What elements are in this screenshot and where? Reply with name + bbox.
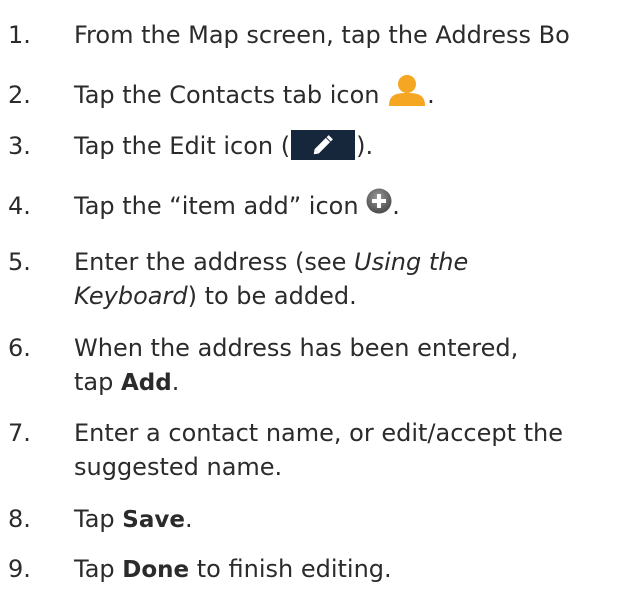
- step-number: 4.: [8, 192, 31, 220]
- add-label: Add: [120, 370, 172, 396]
- step-text: Tap: [74, 505, 123, 533]
- step-number: 5.: [8, 248, 31, 276]
- step-number: 1.: [8, 21, 31, 49]
- step-text-line-2: suggested name.: [74, 453, 283, 481]
- step-text-after: .: [427, 81, 435, 109]
- step-number: 7.: [8, 419, 31, 447]
- step-text-before: Tap the Edit icon (: [74, 132, 291, 160]
- step-text: Tap the Edit icon ( ).: [74, 129, 373, 163]
- step-text: Tap the Contacts tab icon .: [74, 75, 435, 113]
- step-text: ) to be added.: [187, 282, 357, 310]
- step-number: 2.: [8, 81, 31, 109]
- step-text-after: ).: [356, 132, 374, 160]
- step-text-after: .: [392, 192, 400, 220]
- step-number: 6.: [8, 334, 31, 362]
- keyboard-reference: Keyboard: [74, 282, 188, 310]
- step-text: From the Map screen, tap the Address Bo: [74, 21, 570, 49]
- step-number: 9.: [8, 555, 31, 583]
- plus-circle-icon: [366, 188, 392, 214]
- step-text: Tap Done to finish editing.: [74, 552, 392, 587]
- step-number: 8.: [8, 505, 31, 533]
- edit-icon-box: [291, 130, 356, 160]
- step-text: Tap: [74, 555, 123, 583]
- step-text-line-1: Enter a contact name, or edit/accept the: [74, 419, 564, 447]
- step-text: tap: [74, 368, 121, 396]
- step-text-before: Tap the Contacts tab icon: [74, 81, 388, 109]
- keyboard-reference: Using the: [354, 248, 469, 276]
- step-number: 3.: [8, 132, 31, 160]
- step-text: Tap Save.: [74, 502, 193, 537]
- step-text-before: Tap the “item add” icon: [74, 192, 367, 220]
- step-text-line-2: Keyboard) to be added.: [74, 279, 357, 313]
- person-icon: [389, 75, 426, 106]
- step-text: Tap the “item add” icon .: [74, 188, 400, 223]
- done-label: Done: [122, 557, 190, 583]
- step-text-line-1: When the address has been entered,: [74, 334, 519, 362]
- step-text-line-2: tap Add.: [74, 365, 179, 400]
- save-label: Save: [122, 507, 185, 533]
- step-text-line-1: Enter the address (see Using the: [74, 245, 468, 279]
- step-text: .: [184, 505, 193, 533]
- instruction-steps: 1. From the Map screen, tap the Address …: [0, 0, 644, 590]
- pencil-edit-icon: [313, 135, 334, 155]
- step-text: Enter the address (see: [74, 248, 355, 276]
- step-text: to finish editing.: [189, 555, 392, 583]
- step-text: .: [171, 368, 180, 396]
